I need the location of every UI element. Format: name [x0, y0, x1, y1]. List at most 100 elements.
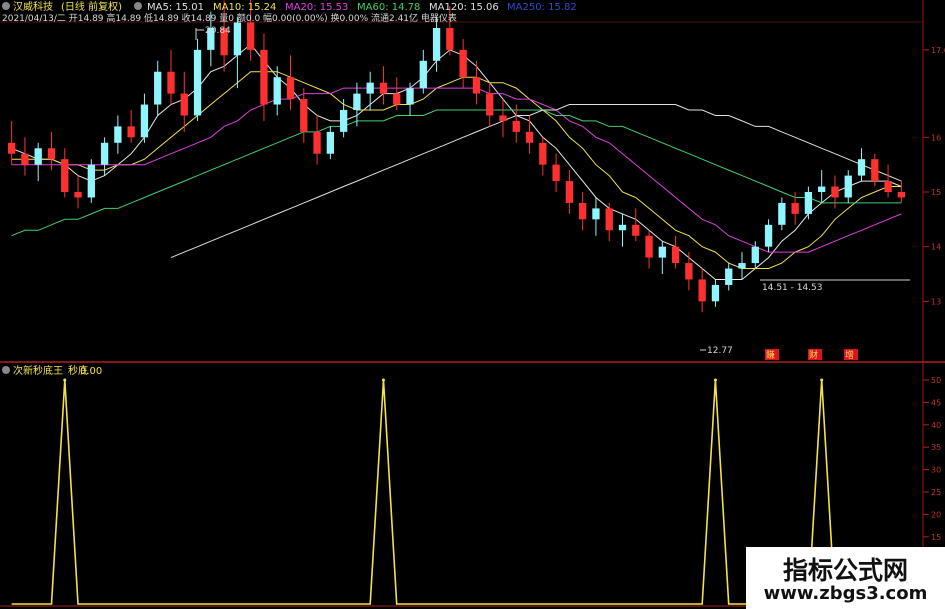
candle[interactable] — [233, 17, 242, 89]
candle[interactable] — [552, 153, 560, 192]
stock-name[interactable]: 汉威科技 — [13, 0, 53, 13]
candle[interactable] — [804, 186, 813, 220]
candle[interactable] — [525, 115, 534, 154]
candle-body — [154, 71, 162, 105]
candle[interactable] — [711, 279, 720, 307]
candle[interactable] — [260, 33, 268, 121]
candle-body — [764, 224, 773, 247]
candle[interactable] — [87, 159, 95, 203]
candle-body — [74, 192, 82, 198]
candle-body — [353, 93, 361, 110]
candle[interactable] — [127, 110, 135, 143]
candle[interactable] — [844, 170, 852, 203]
candle[interactable] — [167, 49, 175, 105]
y-tick-label: 30 — [931, 466, 941, 475]
candle-body — [512, 120, 520, 132]
candle[interactable] — [539, 137, 547, 176]
candle[interactable] — [459, 38, 467, 89]
y-tick-label: 15 — [931, 533, 941, 542]
candle[interactable] — [671, 235, 680, 269]
candle-body — [645, 235, 653, 258]
candle-body — [339, 110, 348, 132]
candle-body — [300, 99, 308, 132]
candle[interactable] — [61, 148, 69, 198]
candle-body — [751, 246, 759, 264]
candle[interactable] — [778, 197, 786, 231]
bottom-mark-2: 财 — [809, 349, 818, 361]
candle[interactable] — [592, 197, 600, 236]
candle[interactable] — [406, 82, 414, 116]
period-label[interactable]: (日线 前复权) — [61, 0, 122, 13]
candle[interactable] — [884, 164, 892, 198]
candle[interactable] — [300, 88, 308, 143]
candle[interactable] — [645, 230, 653, 269]
high-label: 20.84 — [205, 26, 231, 36]
candle[interactable] — [658, 241, 666, 274]
candle[interactable] — [499, 99, 507, 138]
candle[interactable] — [565, 170, 574, 214]
indicator-peak — [381, 378, 385, 382]
ma-line-ma120[interactable] — [170, 104, 902, 259]
watermark-title: 指标公式网 — [782, 556, 908, 585]
stock-chart[interactable]: 17.616151413 5045403530252015105 汉威科技 (日… — [0, 0, 945, 609]
candle[interactable] — [193, 38, 202, 121]
candle[interactable] — [605, 202, 613, 242]
candle[interactable] — [326, 126, 334, 160]
candle[interactable] — [154, 60, 162, 116]
candle[interactable] — [698, 268, 706, 313]
candle-body — [419, 60, 427, 89]
candle-body — [100, 142, 109, 165]
candle[interactable] — [353, 82, 361, 127]
candle[interactable] — [579, 192, 587, 231]
candle[interactable] — [114, 115, 122, 154]
ma-legend-item: MA60: 14.78 — [357, 2, 420, 13]
candle[interactable] — [339, 99, 348, 138]
indicator-peak — [713, 378, 717, 382]
candle-body — [273, 77, 281, 105]
candle-body — [698, 279, 706, 302]
candle[interactable] — [764, 219, 773, 253]
candle[interactable] — [313, 115, 321, 165]
ma-legend-item: MA20: 15.53 — [285, 2, 348, 13]
candle[interactable] — [180, 71, 188, 132]
candle[interactable] — [738, 252, 746, 280]
y-tick-label: 14 — [931, 243, 941, 252]
candle-body — [247, 22, 255, 50]
candle-body — [738, 263, 746, 269]
candle[interactable] — [286, 55, 295, 110]
candle[interactable] — [34, 142, 42, 182]
candle[interactable] — [472, 60, 481, 105]
candle-body — [525, 131, 534, 143]
y-tick-label: 45 — [931, 398, 941, 407]
bottom-mark-1: 賺 — [766, 349, 775, 361]
candle-body — [539, 142, 547, 165]
candle[interactable] — [21, 137, 29, 176]
bottom-mark-3: 增 — [845, 349, 854, 361]
y-tick-label: 20 — [931, 510, 941, 519]
candle[interactable] — [379, 66, 388, 105]
candle[interactable] — [857, 148, 866, 182]
candle[interactable] — [685, 252, 693, 291]
indicator-settings-icon[interactable] — [2, 366, 10, 374]
candle[interactable] — [871, 153, 879, 187]
indicator-name[interactable]: 次新秒底王 — [13, 364, 63, 377]
ma-settings-icon[interactable] — [134, 2, 142, 10]
candle-body — [379, 82, 388, 94]
candle-body — [233, 22, 242, 56]
candle-body — [711, 284, 720, 302]
candle-body — [366, 82, 374, 94]
candle[interactable] — [366, 71, 374, 110]
settings-icon[interactable] — [2, 2, 10, 10]
candle[interactable] — [632, 208, 640, 242]
candle[interactable] — [419, 49, 427, 94]
candle[interactable] — [831, 175, 839, 209]
candle[interactable] — [618, 213, 627, 247]
candle[interactable] — [74, 175, 82, 209]
candle[interactable] — [486, 82, 494, 127]
candle[interactable] — [7, 120, 16, 165]
candle-body — [565, 181, 574, 203]
candle[interactable] — [897, 181, 906, 203]
candle[interactable] — [818, 170, 826, 203]
candle[interactable] — [725, 263, 733, 291]
candle[interactable] — [140, 93, 149, 143]
